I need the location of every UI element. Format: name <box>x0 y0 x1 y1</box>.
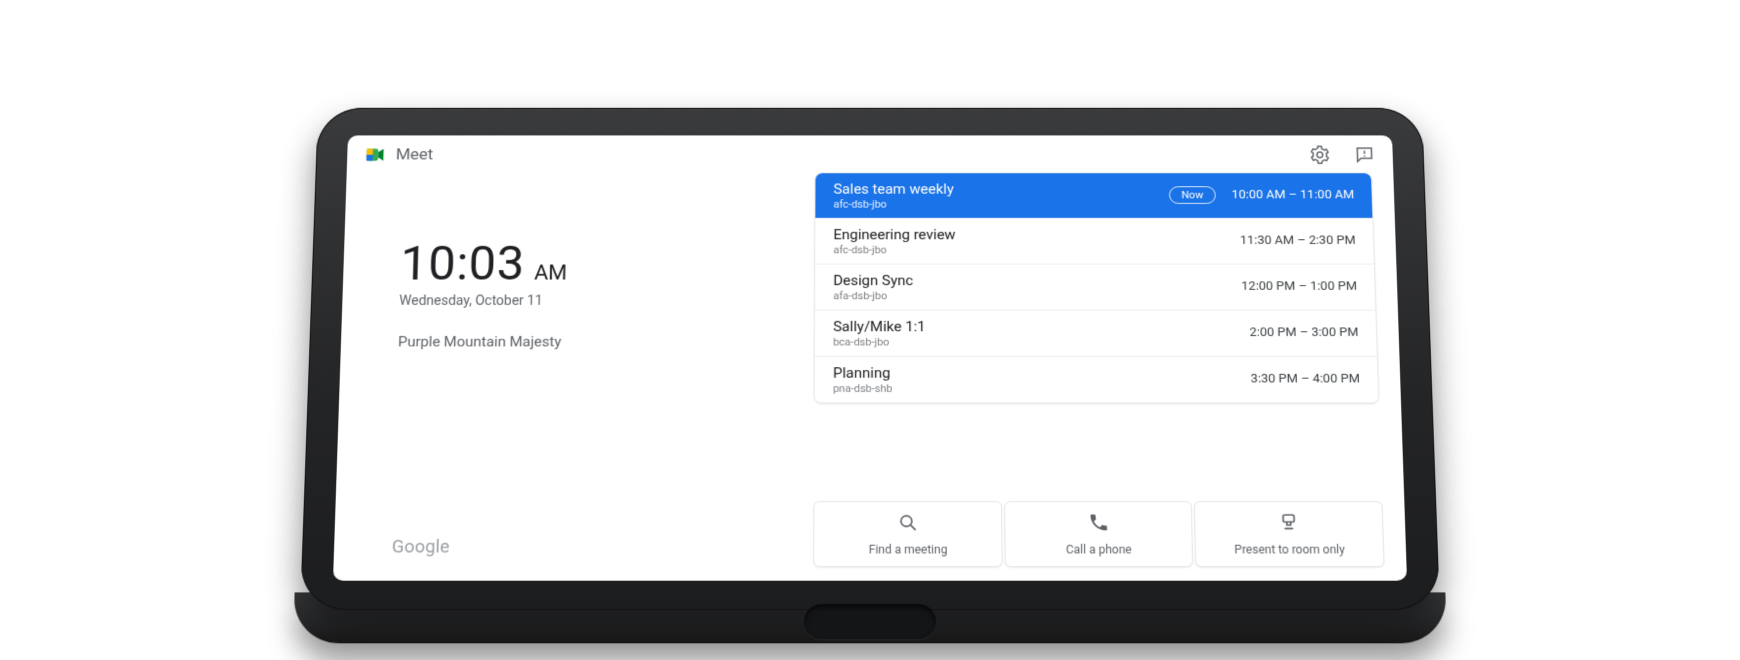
action-label: Present to room only <box>1234 543 1345 557</box>
clock-ampm: AM <box>534 262 567 285</box>
event-code: afc-dsb-jbo <box>833 244 1240 256</box>
event-code: bca-dsb-jbo <box>833 336 1250 348</box>
meet-logo-icon <box>364 145 386 165</box>
event-code: pna-dsb-shb <box>833 382 1251 395</box>
event-code: afa-dsb-jbo <box>833 289 1242 301</box>
event-row[interactable]: Planning pna-dsb-shb 3:30 PM – 4:00 PM <box>815 356 1378 402</box>
event-title: Sales team weekly <box>833 181 1168 198</box>
current-date: Wednesday, October 11 <box>399 294 807 309</box>
event-row[interactable]: Design Sync afa-dsb-jbo 12:00 PM – 1:00 … <box>815 263 1375 309</box>
search-icon <box>897 512 919 537</box>
screen: Meet <box>333 135 1407 580</box>
phone-icon <box>1087 512 1109 537</box>
event-title: Design Sync <box>833 272 1241 290</box>
find-meeting-button[interactable]: Find a meeting <box>814 501 1003 567</box>
call-phone-button[interactable]: Call a phone <box>1004 501 1194 567</box>
event-time: 11:30 AM – 2:30 PM <box>1240 234 1356 248</box>
event-title: Engineering review <box>833 226 1240 243</box>
event-code: afc-dsb-jbo <box>833 198 1169 210</box>
now-badge: Now <box>1169 187 1217 205</box>
feedback-icon[interactable] <box>1354 145 1376 165</box>
app-title: Meet <box>396 146 434 164</box>
home-button[interactable] <box>804 604 936 639</box>
events-list: Sales team weekly afc-dsb-jbo Now 10:00 … <box>814 172 1379 403</box>
event-row[interactable]: Engineering review afc-dsb-jbo 11:30 AM … <box>816 218 1374 264</box>
present-button[interactable]: Present to room only <box>1194 501 1384 567</box>
tablet-device: Meet <box>300 108 1440 610</box>
app-header: Meet <box>347 135 1394 172</box>
info-panel: 10:03 AM Wednesday, October 11 Purple Mo… <box>333 172 807 580</box>
event-time: 2:00 PM – 3:00 PM <box>1249 326 1358 340</box>
action-label: Find a meeting <box>869 543 948 557</box>
event-title: Planning <box>833 364 1251 382</box>
event-time: 3:30 PM – 4:00 PM <box>1251 372 1360 386</box>
google-brand: Google <box>391 537 806 581</box>
clock: 10:03 AM <box>400 237 807 291</box>
settings-icon[interactable] <box>1309 145 1331 165</box>
present-icon <box>1278 512 1301 537</box>
action-label: Call a phone <box>1066 543 1132 557</box>
event-time: 10:00 AM – 11:00 AM <box>1231 189 1354 203</box>
action-bar: Find a meeting Call a phone <box>814 501 1385 567</box>
event-time: 12:00 PM – 1:00 PM <box>1241 280 1357 294</box>
clock-time: 10:03 <box>400 237 526 291</box>
room-name: Purple Mountain Majesty <box>398 333 807 350</box>
event-row[interactable]: Sales team weekly afc-dsb-jbo Now 10:00 … <box>816 173 1373 217</box>
event-title: Sally/Mike 1:1 <box>833 318 1250 336</box>
event-row[interactable]: Sally/Mike 1:1 bca-dsb-jbo 2:00 PM – 3:0… <box>815 309 1376 355</box>
